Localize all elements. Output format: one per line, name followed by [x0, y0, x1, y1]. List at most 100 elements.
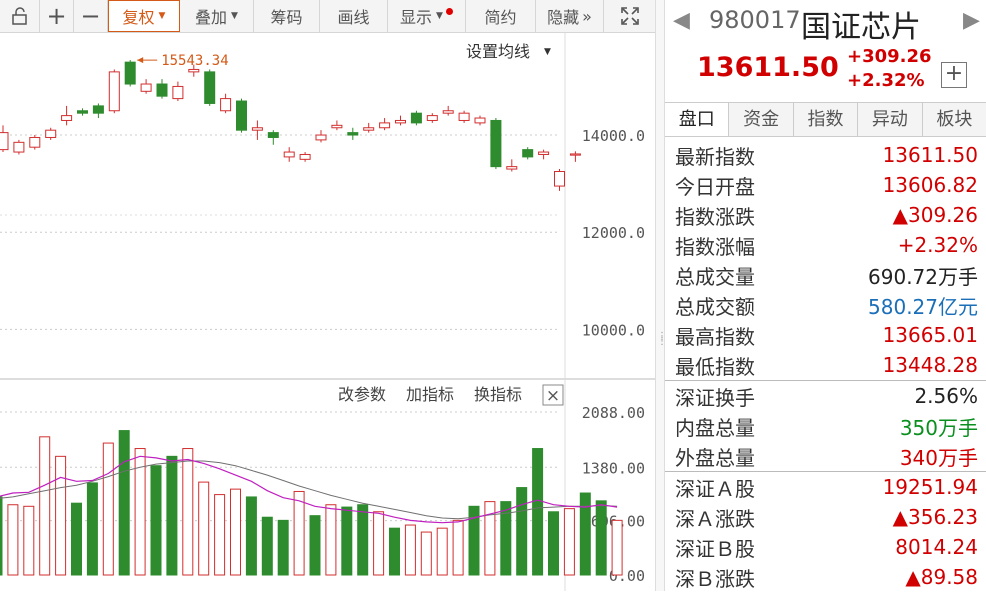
xianshi-label: 显示	[400, 8, 433, 27]
candle-body	[442, 110, 454, 114]
candle-body	[299, 153, 311, 160]
candle-body	[267, 132, 279, 138]
tab-bankuai[interactable]: 板块	[923, 103, 986, 136]
candle-body	[522, 149, 534, 158]
candle-body	[554, 170, 565, 187]
quote-value: 340万手	[899, 445, 978, 470]
candle-body	[220, 98, 232, 112]
zoom-in-button[interactable]: +	[40, 0, 74, 32]
volume-bar	[373, 511, 385, 576]
diejia-button[interactable]: 叠加 ▼	[180, 0, 254, 32]
candle-body	[347, 132, 359, 136]
caret-down-icon: ▼	[436, 11, 443, 21]
prev-arrow-icon[interactable]: ◀	[673, 8, 690, 33]
minus-icon: −	[80, 2, 101, 30]
quote-label: 最新指数	[675, 144, 755, 169]
quote-row: 深Ａ涨跌 ▲356.23	[665, 502, 986, 532]
yincang-button[interactable]: 隐藏»	[536, 0, 604, 32]
volume-bar	[230, 488, 241, 576]
quote-row: 深证Ｂ股 8014.24	[665, 532, 986, 562]
candle-body	[506, 166, 518, 170]
caret-down-icon: ▼	[158, 11, 166, 21]
ma-setting-button[interactable]: 设置均线	[466, 42, 530, 61]
double-chevron-right-icon: »	[582, 6, 592, 26]
volume-bar	[182, 448, 194, 576]
xianshi-button[interactable]: 显示 ▼	[388, 0, 466, 32]
price-tick-label: 14000.0	[582, 127, 645, 145]
high-arrow-icon	[137, 57, 144, 64]
volume-tick-label: 2088.00	[582, 404, 645, 422]
quote-label: 深证换手	[675, 385, 755, 410]
candle-body	[331, 124, 343, 129]
candle-body	[410, 112, 422, 124]
candle-body	[172, 85, 184, 100]
zoom-out-button[interactable]: −	[74, 0, 108, 32]
plus-icon: +	[944, 61, 964, 86]
candle-body	[569, 153, 581, 156]
volume-bar	[150, 465, 162, 576]
volume-bar	[55, 455, 67, 576]
jianyue-button[interactable]: 简约	[466, 0, 536, 32]
fuquan-button[interactable]: 复权 ▼	[108, 0, 180, 32]
tab-zijin[interactable]: 资金	[729, 103, 794, 136]
caret-down-icon: ▼	[231, 11, 238, 21]
quote-value: 580.27亿元	[868, 294, 978, 319]
chouma-button[interactable]: 筹码	[254, 0, 320, 32]
tab-yidong[interactable]: 异动	[858, 103, 923, 136]
jianyue-label: 简约	[484, 8, 517, 27]
candle-body	[490, 119, 502, 168]
add-watchlist-button[interactable]: +	[941, 62, 967, 88]
quote-value: ▲89.58	[905, 565, 978, 589]
chart-toolbar: + − 复权 ▼ 叠加 ▼ 筹码 画线 显示 ▼ 简约 隐藏»	[0, 0, 655, 33]
quote-value: 13448.28	[882, 353, 978, 377]
kline-chart[interactable]: 14000.0 12000.0 10000.0 设置均线 ▼ 15543.34 改参数 加指标…	[0, 33, 655, 591]
add-indicator-button[interactable]: 加指标	[406, 385, 454, 404]
quote-row: 深证换手 2.56%	[665, 381, 986, 411]
chouma-label: 筹码	[270, 8, 303, 27]
candle-body	[13, 141, 25, 153]
quote-label: 今日开盘	[675, 174, 755, 199]
quote-group-main: 最新指数 13611.50 今日开盘 13606.82 指数涨跌 ▲309.26 指数涨幅 +…	[665, 137, 986, 380]
quote-label: 深证Ａ股	[675, 476, 755, 501]
change-params-button[interactable]: 改参数	[338, 385, 386, 404]
volume-bar	[404, 524, 416, 576]
quote-label: 最高指数	[675, 324, 755, 349]
quote-value: ▲309.26	[892, 203, 978, 227]
unlock-icon	[11, 7, 27, 25]
quote-row: 总成交额 580.27亿元	[665, 290, 986, 320]
volume-bar	[563, 508, 575, 576]
quote-value: ▲356.23	[892, 505, 978, 529]
unlock-button[interactable]	[0, 0, 40, 32]
next-arrow-icon[interactable]: ▶	[963, 8, 980, 33]
quote-label: 最低指数	[675, 354, 755, 379]
quote-row: 内盘总量 350万手	[665, 411, 986, 441]
volume-bar	[595, 500, 607, 576]
volume-bar	[579, 492, 591, 576]
tab-zhishu[interactable]: 指数	[794, 103, 859, 136]
candle-body	[108, 71, 120, 112]
candle-body	[204, 71, 216, 104]
volume-bar	[245, 496, 257, 576]
quote-row: 指数涨幅 +2.32%	[665, 230, 986, 260]
candle-body	[156, 83, 168, 97]
quote-value: 690.72万手	[868, 264, 978, 289]
quote-header: ◀ 980017 国证芯片 ▶ 13611.50 +309.26 +2.32% …	[665, 0, 986, 102]
switch-indicator-button[interactable]: 换指标	[474, 385, 522, 404]
tab-pankou[interactable]: 盘口	[665, 103, 730, 136]
close-icon: ×	[546, 386, 560, 406]
quote-row: 最低指数 13448.28	[665, 350, 986, 380]
quote-row: 深证Ａ股 19251.94	[665, 472, 986, 502]
panel-splitter[interactable]: ⋮ ⋮	[655, 0, 667, 591]
candle-body	[426, 115, 438, 121]
candle-body	[188, 68, 200, 73]
candle-body	[92, 105, 104, 114]
volume-tick-label: 1380.00	[582, 459, 645, 477]
notification-dot	[445, 7, 453, 15]
volume-bar	[436, 527, 448, 576]
plus-icon: +	[46, 2, 67, 30]
huaxian-button[interactable]: 画线	[320, 0, 388, 32]
volume-bar	[532, 448, 544, 576]
candle-body	[61, 115, 73, 121]
quote-value: 13665.01	[882, 323, 978, 347]
fullscreen-button[interactable]	[604, 0, 655, 32]
